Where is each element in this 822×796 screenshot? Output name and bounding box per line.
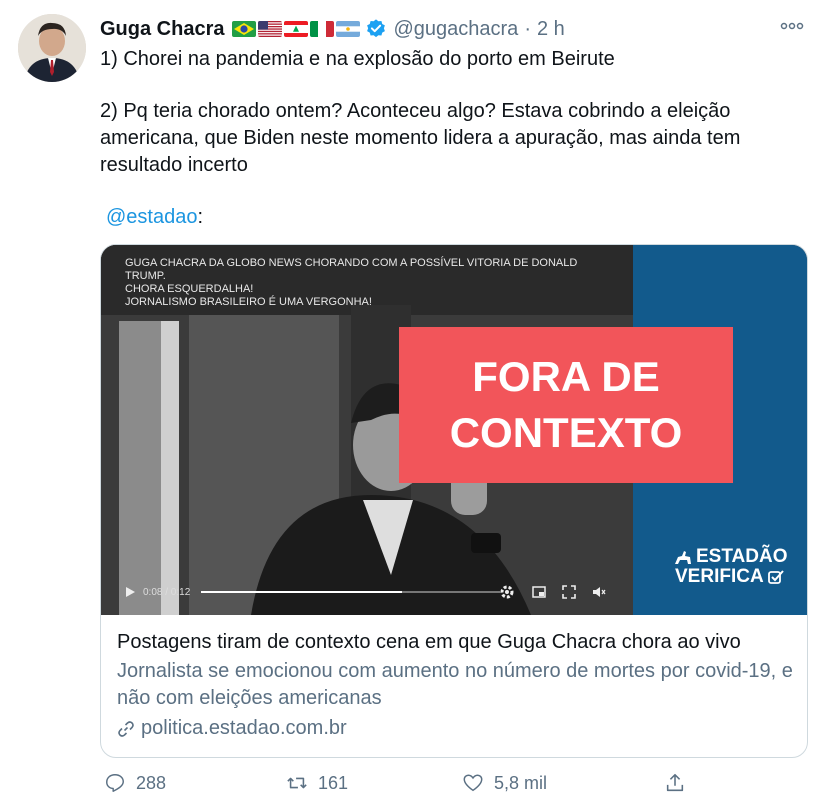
share-icon	[666, 773, 684, 792]
like-button[interactable]: 5,8 mil	[462, 772, 547, 794]
video-progress-track[interactable]	[201, 591, 501, 593]
mention-suffix: :	[197, 206, 204, 228]
video-time: 0:08 / 0:12	[143, 586, 191, 598]
card-link[interactable]: politica.estadao.com.br	[117, 715, 797, 742]
author-handle[interactable]: @gugachacra	[393, 18, 518, 41]
tweet-body: 1) Chorei na pandemia e na explosão do p…	[100, 46, 800, 231]
tweet-header: Guga Chacra @gugachacra · 2 h	[100, 14, 565, 44]
logo-line-2: VERIFICA	[675, 566, 764, 587]
usa-flag-icon	[258, 21, 283, 37]
reply-icon	[106, 774, 124, 792]
tweet-paragraph-2: 2) Pq teria chorado ontem? Aconteceu alg…	[100, 100, 741, 176]
like-count: 5,8 mil	[494, 772, 548, 793]
video-progress-fill	[201, 591, 402, 593]
share-button[interactable]	[664, 772, 686, 794]
lebanon-flag-icon	[284, 21, 309, 37]
checkbox-check-icon	[767, 570, 784, 584]
brazil-flag-icon	[232, 21, 257, 37]
mention-link[interactable]: @estadao	[106, 206, 197, 228]
mute-icon[interactable]	[591, 584, 607, 600]
caption-overlay: GUGA CHACRA DA GLOBO NEWS CHORANDO COM A…	[125, 257, 585, 309]
heart-icon	[463, 774, 483, 792]
separator-dot: ·	[524, 17, 531, 40]
tweet-actions: 288 161 5,8 mil	[100, 770, 720, 796]
settings-icon[interactable]	[499, 584, 515, 600]
italy-flag-icon	[310, 21, 335, 37]
avatar-image	[18, 14, 86, 82]
tweet-paragraph-1: 1) Chorei na pandemia e na explosão do p…	[100, 48, 615, 70]
caption-line-1: GUGA CHACRA DA GLOBO NEWS CHORANDO COM A…	[125, 257, 578, 282]
fullscreen-icon[interactable]	[561, 584, 577, 600]
reply-count: 288	[136, 772, 167, 793]
card-description: Jornalista se emocionou com aumento no n…	[117, 660, 793, 709]
stamp-line-1: FORA DE	[472, 353, 660, 400]
reply-button[interactable]: 288	[104, 772, 166, 794]
tweet-paragraph-3: @estadao:	[100, 204, 800, 231]
picture-in-picture-icon[interactable]	[531, 584, 547, 600]
card-title[interactable]: Postagens tiram de contexto cena em que …	[117, 629, 797, 656]
out-of-context-stamp: FORA DE CONTEXTO	[399, 327, 733, 483]
more-options-icon[interactable]	[778, 16, 806, 36]
tweet-timestamp[interactable]: 2 h	[537, 18, 565, 41]
link-icon	[118, 720, 134, 737]
card-image[interactable]: GUGA CHACRA DA GLOBO NEWS CHORANDO COM A…	[101, 245, 807, 615]
logo-line-1: ESTADÃO	[696, 546, 788, 567]
verified-badge-icon	[367, 19, 386, 38]
retweet-button[interactable]: 161	[286, 772, 348, 794]
estadao-verifica-logo: ESTADÃO VERIFICA	[673, 547, 787, 587]
retweet-icon	[287, 777, 307, 789]
card-body[interactable]: Postagens tiram de contexto cena em que …	[117, 629, 797, 742]
flag-emojis	[232, 21, 361, 37]
horse-rider-icon	[675, 551, 691, 564]
link-card[interactable]: GUGA CHACRA DA GLOBO NEWS CHORANDO COM A…	[100, 244, 808, 758]
avatar[interactable]	[18, 14, 86, 82]
caption-line-3: JORNALISMO BRASILEIRO É UMA VERGONHA!	[125, 296, 372, 308]
argentina-flag-icon	[336, 21, 361, 37]
caption-line-2: CHORA ESQUERDALHA!	[125, 283, 254, 295]
retweet-count: 161	[318, 772, 349, 793]
author-name[interactable]: Guga Chacra	[100, 18, 224, 41]
play-icon[interactable]	[123, 585, 137, 599]
card-link-domain[interactable]: politica.estadao.com.br	[141, 715, 347, 742]
stamp-line-2: CONTEXTO	[449, 409, 683, 456]
